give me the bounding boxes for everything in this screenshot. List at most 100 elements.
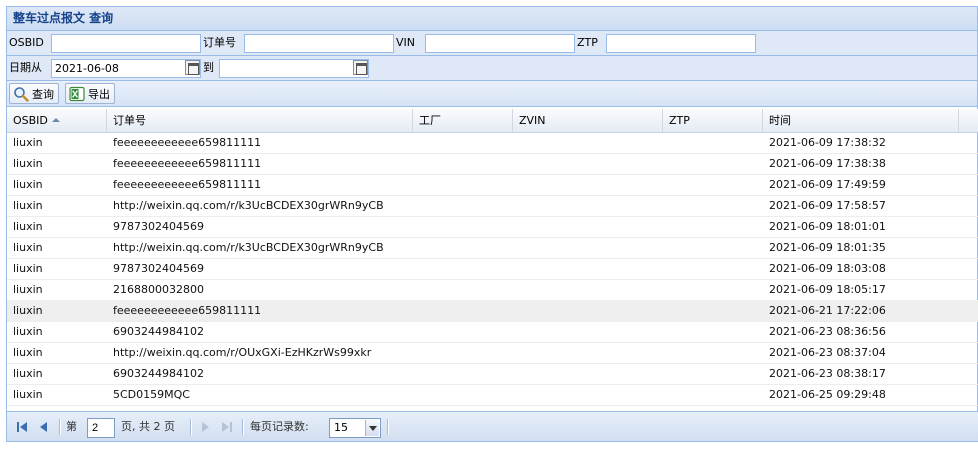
page-size-select[interactable]: 15 <box>329 418 381 438</box>
date-to-label: 到 <box>203 61 214 74</box>
column-header-osbid[interactable]: OSBID <box>7 109 107 132</box>
time-cell: 2021-06-09 17:38:32 <box>769 136 886 149</box>
filter-row-1: OSBID 订单号 VIN ZTP <box>7 31 977 56</box>
row-spacer <box>959 280 978 300</box>
table-row[interactable]: liuxin 6903244984102 2021-06-23 08:38:17 <box>7 364 978 385</box>
row-spacer <box>959 301 978 321</box>
panel-title: 整车过点报文 查询 <box>13 11 114 25</box>
order-number-input[interactable] <box>244 34 394 53</box>
osbid-cell: liuxin <box>13 367 43 380</box>
table-row[interactable]: liuxin 6903244984102 2021-06-23 08:36:56 <box>7 322 978 343</box>
pager-separator <box>59 419 60 435</box>
zvin-cell <box>513 196 663 216</box>
factory-cell <box>413 175 513 195</box>
last-page-icon[interactable] <box>220 420 234 434</box>
ztp-cell <box>663 364 763 384</box>
zvin-cell <box>513 133 663 153</box>
table-row[interactable]: liuxin http://weixin.qq.com/r/OUxGXi-EzHK… <box>7 343 978 364</box>
time-cell: 2021-06-23 08:37:04 <box>769 346 886 359</box>
table-row[interactable]: liuxin feeeeeeeeeeee659811111 2021-06-09 1… <box>7 154 978 175</box>
zvin-cell <box>513 175 663 195</box>
ztp-cell <box>663 301 763 321</box>
osbid-cell: liuxin <box>13 241 43 254</box>
factory-cell <box>413 217 513 237</box>
table-row[interactable]: liuxin 9787302404569 2021-06-09 18:01:01 <box>7 217 978 238</box>
osbid-cell: liuxin <box>13 283 43 296</box>
export-button-label: 导出 <box>88 87 110 101</box>
sort-ascending-icon <box>51 118 60 122</box>
time-cell: 2021-06-09 17:49:59 <box>769 178 886 191</box>
table-row[interactable]: liuxin 2168800032800 2021-06-09 18:05:17 <box>7 280 978 301</box>
osbid-cell: liuxin <box>13 136 43 149</box>
order-number-cell: 5CD0159MQC <box>113 388 190 401</box>
date-to-input[interactable] <box>219 59 369 78</box>
column-header-time[interactable]: 时间 <box>763 109 959 132</box>
order-number-cell: http://weixin.qq.com/r/k3UcBCDEX30grWRn9… <box>113 241 384 254</box>
table-row[interactable]: liuxin feeeeeeeeeeee659811111 2021-06-21 1… <box>7 301 978 322</box>
order-number-cell: http://weixin.qq.com/r/OUxGXi-EzHKzrWs99… <box>113 346 372 359</box>
row-spacer <box>959 196 978 216</box>
order-number-cell: 6903244984102 <box>113 325 204 338</box>
export-button[interactable]: 导出 <box>65 83 115 104</box>
order-number-label: 订单号 <box>203 36 236 49</box>
ztp-input[interactable] <box>606 34 756 53</box>
query-button-label: 查询 <box>32 87 54 101</box>
grid-body: liuxin feeeeeeeeeeee659811111 2021-06-09 1… <box>7 133 978 406</box>
previous-page-icon[interactable] <box>37 420 51 434</box>
pagination-bar: 第 页, 共 2 页 每页记录数: 15 <box>7 411 978 441</box>
osbid-cell: liuxin <box>13 325 43 338</box>
row-spacer <box>959 175 978 195</box>
zvin-cell <box>513 280 663 300</box>
table-row[interactable]: liuxin http://weixin.qq.com/r/k3UcBCDEX30… <box>7 196 978 217</box>
order-number-cell: feeeeeeeeeeee659811111 <box>113 157 262 170</box>
table-row[interactable]: liuxin feeeeeeeeeeee659811111 2021-06-09 1… <box>7 133 978 154</box>
zvin-cell <box>513 322 663 342</box>
order-number-cell: feeeeeeeeeeee659811111 <box>113 178 262 191</box>
next-page-icon[interactable] <box>198 420 212 434</box>
query-button[interactable]: 查询 <box>9 83 59 104</box>
time-cell: 2021-06-23 08:36:56 <box>769 325 886 338</box>
column-header-order-number[interactable]: 订单号 <box>107 109 413 132</box>
first-page-icon[interactable] <box>15 420 29 434</box>
table-row[interactable]: liuxin 9787302404569 2021-06-09 18:03:08 <box>7 259 978 280</box>
time-cell: 2021-06-09 17:38:38 <box>769 157 886 170</box>
order-number-cell: 9787302404569 <box>113 262 204 275</box>
factory-cell <box>413 133 513 153</box>
factory-cell <box>413 301 513 321</box>
column-header-spacer <box>959 109 978 132</box>
ztp-cell <box>663 154 763 174</box>
vin-input[interactable] <box>425 34 575 53</box>
row-spacer <box>959 322 978 342</box>
factory-cell <box>413 322 513 342</box>
time-cell: 2021-06-09 18:05:17 <box>769 283 886 296</box>
ztp-cell <box>663 133 763 153</box>
zvin-cell <box>513 217 663 237</box>
table-row[interactable]: liuxin feeeeeeeeeeee659811111 2021-06-09 1… <box>7 175 978 196</box>
zvin-cell <box>513 343 663 363</box>
pager-separator <box>190 419 191 435</box>
ztp-cell <box>663 175 763 195</box>
date-to-calendar-icon[interactable] <box>353 60 368 75</box>
date-from-calendar-icon[interactable] <box>185 60 200 75</box>
factory-cell <box>413 280 513 300</box>
time-cell: 2021-06-09 18:01:01 <box>769 220 886 233</box>
column-header-factory[interactable]: 工厂 <box>413 109 513 132</box>
date-from-input[interactable] <box>51 59 201 78</box>
table-row[interactable]: liuxin 5CD0159MQC 2021-06-25 09:29:48 <box>7 385 978 406</box>
row-spacer <box>959 385 978 405</box>
page-prefix-label: 第 <box>66 420 77 433</box>
factory-cell <box>413 238 513 258</box>
osbid-input[interactable] <box>51 34 201 53</box>
chevron-down-icon <box>365 420 379 436</box>
zvin-cell <box>513 259 663 279</box>
current-page-input[interactable] <box>87 418 115 438</box>
pager-separator <box>242 419 243 435</box>
table-row[interactable]: liuxin http://weixin.qq.com/r/k3UcBCDEX30… <box>7 238 978 259</box>
date-from-label: 日期从 <box>9 61 42 74</box>
osbid-label: OSBID <box>9 36 44 49</box>
osbid-cell: liuxin <box>13 178 43 191</box>
column-header-ztp[interactable]: ZTP <box>663 109 763 132</box>
ztp-cell <box>663 196 763 216</box>
search-icon <box>14 86 29 102</box>
column-header-zvin[interactable]: ZVIN <box>513 109 663 132</box>
